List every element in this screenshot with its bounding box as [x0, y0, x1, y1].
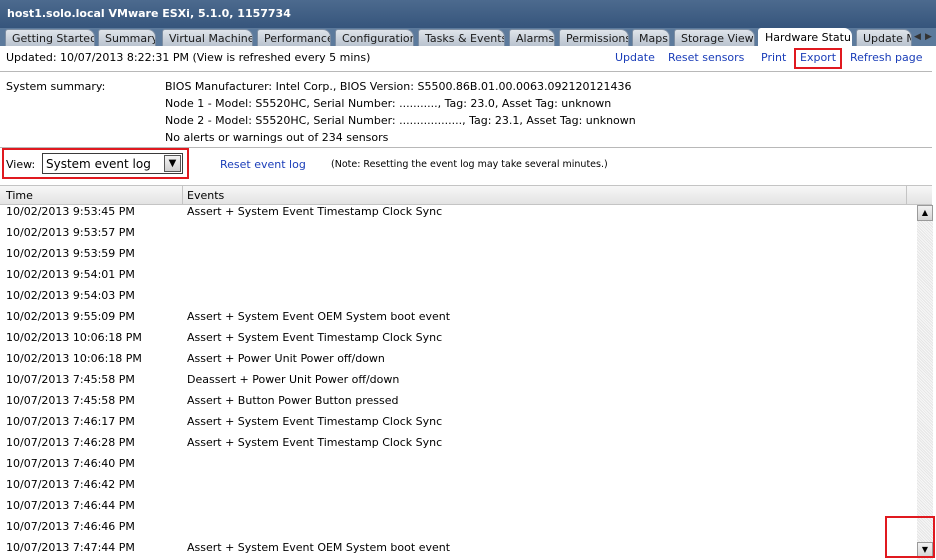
tab-update-manager[interactable]: Update M: [856, 29, 912, 46]
window-title: host1.solo.local VMware ESXi, 5.1.0, 115…: [0, 0, 936, 28]
table-row[interactable]: 10/02/2013 9:53:45 PM Assert + System Eve…: [0, 201, 917, 222]
row-event: Assert + Button Power Button pressed: [187, 394, 399, 407]
row-time: 10/02/2013 10:06:18 PM: [6, 352, 142, 365]
summary-label: System summary:: [6, 80, 106, 93]
vertical-scrollbar[interactable]: ▲ ▼: [917, 205, 933, 560]
tab-hardware-status[interactable]: Hardware Status: [758, 28, 852, 46]
tab-strip: Getting Started Summary Virtual Machines…: [0, 28, 936, 46]
row-time: 10/07/2013 7:45:58 PM: [6, 373, 135, 386]
table-row[interactable]: 10/02/2013 9:54:03 PM: [0, 285, 917, 306]
row-time: 10/02/2013 10:06:18 PM: [6, 331, 142, 344]
summary-bios: BIOS Manufacturer: Intel Corp., BIOS Ver…: [165, 80, 632, 93]
row-time: 10/02/2013 9:54:03 PM: [6, 289, 135, 302]
tab-maps[interactable]: Maps: [632, 29, 670, 46]
row-time: 10/07/2013 7:46:46 PM: [6, 520, 135, 533]
reset-event-log-link[interactable]: Reset event log: [220, 158, 306, 171]
row-event: Assert + System Event Timestamp Clock Sy…: [187, 436, 443, 449]
summary-alerts: No alerts or warnings out of 234 sensors: [165, 131, 389, 144]
export-highlight: [794, 48, 842, 69]
row-time: 10/07/2013 7:46:28 PM: [6, 436, 135, 449]
row-event: Assert + System Event Timestamp Clock Sy…: [187, 331, 443, 344]
row-time: 10/07/2013 7:45:58 PM: [6, 394, 135, 407]
tab-performance[interactable]: Performance: [257, 29, 331, 46]
table-row[interactable]: 10/07/2013 7:46:42 PM: [0, 474, 917, 495]
summary-node-1: Node 1 - Model: S5520HC, Serial Number: …: [165, 97, 612, 110]
row-time: 10/07/2013 7:46:17 PM: [6, 415, 135, 428]
row-event: Assert + System Event OEM System boot ev…: [187, 541, 451, 554]
view-highlight: [2, 148, 189, 179]
row-event: Assert + System Event Timestamp Clock Sy…: [187, 205, 443, 218]
tab-tasks-events[interactable]: Tasks & Events: [418, 29, 505, 46]
refresh-status: Updated: 10/07/2013 8:22:31 PM (View is …: [6, 51, 371, 64]
table-row[interactable]: 10/07/2013 7:46:28 PM Assert + System Eve…: [0, 432, 917, 453]
reset-sensors-link[interactable]: Reset sensors: [668, 51, 744, 64]
table-row[interactable]: 10/02/2013 10:06:18 PM Assert + Power Uni…: [0, 348, 917, 369]
tab-configuration[interactable]: Configuration: [335, 29, 414, 46]
row-time: 10/02/2013 9:53:59 PM: [6, 247, 135, 260]
row-event: Deassert + Power Unit Power off/down: [187, 373, 400, 386]
table-row[interactable]: 10/07/2013 7:46:44 PM: [0, 495, 917, 516]
row-time: 10/07/2013 7:46:42 PM: [6, 478, 135, 491]
row-event: Assert + Power Unit Power off/down: [187, 352, 385, 365]
row-time: 10/07/2013 7:46:40 PM: [6, 457, 135, 470]
row-time: 10/02/2013 9:54:01 PM: [6, 268, 135, 281]
update-link[interactable]: Update: [615, 51, 655, 64]
row-time: 10/07/2013 7:46:44 PM: [6, 499, 135, 512]
table-row[interactable]: 10/07/2013 7:46:40 PM: [0, 453, 917, 474]
row-event: Assert + System Event OEM System boot ev…: [187, 310, 451, 323]
tab-alarms[interactable]: Alarms: [509, 29, 555, 46]
table-row[interactable]: 10/07/2013 7:45:58 PM Deassert + Power Un…: [0, 369, 917, 390]
table-row[interactable]: 10/02/2013 9:53:57 PM: [0, 222, 917, 243]
scroll-down-highlight: [885, 516, 935, 558]
event-list: 10/02/2013 9:53:45 PM Assert + System Eve…: [0, 201, 917, 560]
tab-virtual-machines[interactable]: Virtual Machines: [162, 29, 253, 46]
tab-getting-started[interactable]: Getting Started: [5, 29, 95, 46]
tab-summary[interactable]: Summary: [98, 29, 156, 46]
table-row[interactable]: 10/02/2013 9:54:01 PM: [0, 264, 917, 285]
divider: [0, 71, 932, 72]
table-row[interactable]: 10/07/2013 7:47:44 PM Assert + System Eve…: [0, 537, 917, 558]
tab-storage-views[interactable]: Storage Views: [674, 29, 755, 46]
summary-node-2: Node 2 - Model: S5520HC, Serial Number: …: [165, 114, 636, 127]
reset-note: (Note: Resetting the event log may take …: [331, 159, 608, 170]
table-row[interactable]: 10/02/2013 10:06:18 PM Assert + System Ev…: [0, 327, 917, 348]
row-time: 10/02/2013 9:53:45 PM: [6, 205, 135, 218]
table-row[interactable]: 10/07/2013 7:46:17 PM Assert + System Eve…: [0, 411, 917, 432]
refresh-page-link[interactable]: Refresh page: [850, 51, 923, 64]
table-row[interactable]: 10/07/2013 7:45:58 PM Assert + Button Pow…: [0, 390, 917, 411]
row-time: 10/02/2013 9:53:57 PM: [6, 226, 135, 239]
table-row[interactable]: 10/07/2013 7:46:46 PM: [0, 516, 917, 537]
row-event: Assert + System Event Timestamp Clock Sy…: [187, 415, 443, 428]
row-time: 10/02/2013 9:55:09 PM: [6, 310, 135, 323]
table-row[interactable]: 10/02/2013 9:53:59 PM: [0, 243, 917, 264]
tab-permissions[interactable]: Permissions: [559, 29, 629, 46]
triangle-up-icon[interactable]: ▲: [917, 205, 933, 221]
row-time: 10/07/2013 7:47:44 PM: [6, 541, 135, 554]
table-row[interactable]: 10/02/2013 9:55:09 PM Assert + System Eve…: [0, 306, 917, 327]
chevron-left-icon[interactable]: ◀: [912, 30, 923, 44]
chevron-right-icon[interactable]: ▶: [923, 30, 934, 44]
print-link[interactable]: Print: [761, 51, 786, 64]
